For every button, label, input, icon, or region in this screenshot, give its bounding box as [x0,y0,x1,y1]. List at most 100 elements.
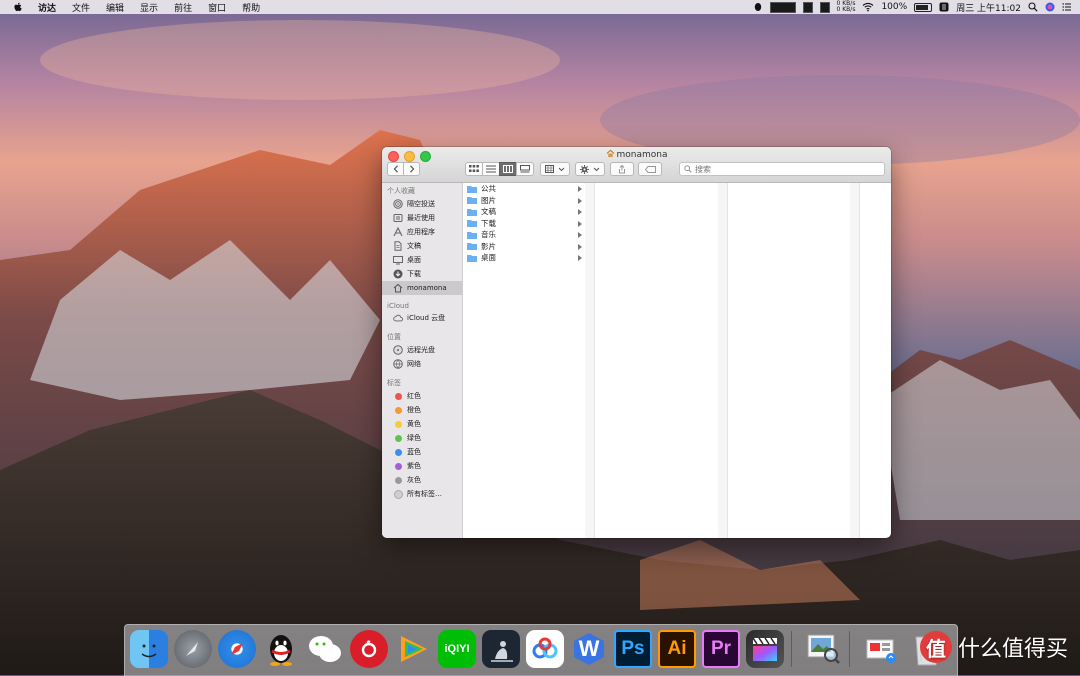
list-item[interactable]: 图片 [463,195,585,207]
search-field[interactable] [679,162,885,176]
sidebar-item-tag-red[interactable]: 红色 [382,389,462,403]
battery-percent[interactable]: 100% [881,2,907,12]
icon-view-button[interactable] [465,162,483,176]
sidebar-item-tag-purple[interactable]: 紫色 [382,459,462,473]
sidebar-item-icloud-drive[interactable]: iCloud 云盘 [382,311,462,325]
tag-dot-icon [393,475,403,485]
siri-icon[interactable] [1045,2,1055,12]
memory-monitor-icon[interactable] [802,1,813,13]
safari-icon[interactable] [218,630,256,668]
item-label: 图片 [481,195,496,205]
group-by-button[interactable] [540,162,570,176]
premiere-icon[interactable]: Pr [702,630,740,668]
final-cut-icon[interactable] [746,630,784,668]
network-icon [393,359,403,369]
disclosure-arrow-icon [578,255,582,261]
sidebar-item-tag-blue[interactable]: 蓝色 [382,445,462,459]
wechat-icon[interactable] [306,630,344,668]
menu-app-name[interactable]: 访达 [38,1,56,14]
input-source-icon[interactable] [939,2,949,12]
downloads-stack-icon[interactable] [862,630,900,668]
kindle-icon[interactable] [482,630,520,668]
action-button[interactable] [575,162,605,176]
netease-music-icon[interactable] [350,630,388,668]
menu-edit[interactable]: 编辑 [106,1,124,14]
cover-flow-icon [520,165,530,173]
list-item[interactable]: 下载 [463,218,585,230]
grid-icon [469,165,479,172]
window-title: monamona [382,149,891,160]
list-view-button[interactable] [482,162,500,176]
folder-icon [467,254,477,262]
tag-dot-icon [393,489,403,499]
menu-file[interactable]: 文件 [72,1,90,14]
sidebar-item-recents[interactable]: 最近使用 [382,211,462,225]
sidebar-item-documents[interactable]: 文稿 [382,239,462,253]
list-item[interactable]: 桌面 [463,252,585,264]
cpu-monitor-icon[interactable] [769,1,796,13]
tag-dot-icon [393,447,403,457]
menu-view[interactable]: 显示 [140,1,158,14]
column-resize-handle[interactable] [850,183,860,538]
battery-icon[interactable] [914,2,933,12]
menu-window[interactable]: 窗口 [208,1,226,14]
folder-icon [467,208,477,216]
sidebar-item-all-tags[interactable]: 所有标签… [382,487,462,501]
gallery-view-button[interactable] [516,162,534,176]
tags-button[interactable] [638,162,662,176]
sidebar-item-network[interactable]: 网络 [382,357,462,371]
sidebar-item-applications[interactable]: 应用程序 [382,225,462,239]
illustrator-icon[interactable]: Ai [658,630,696,668]
column-resize-handle[interactable] [585,183,595,538]
sidebar-item-home[interactable]: monamona [382,281,462,295]
share-button[interactable] [610,162,634,176]
menu-go[interactable]: 前往 [174,1,192,14]
wifi-icon[interactable] [862,2,874,12]
sidebar-item-label: 应用程序 [407,228,435,236]
sidebar-item-tag-orange[interactable]: 橙色 [382,403,462,417]
sidebar-item-label: 黄色 [407,420,421,428]
baidu-netdisk-icon[interactable] [526,630,564,668]
list-item[interactable]: 音乐 [463,229,585,241]
sidebar-item-airdrop[interactable]: 隔空投送 [382,197,462,211]
item-label: 下载 [481,218,496,228]
iqiyi-icon[interactable]: iQIYI [438,630,476,668]
launchpad-icon[interactable] [174,630,212,668]
qq-status-icon[interactable] [753,2,763,12]
finder-icon[interactable] [130,630,168,668]
list-item[interactable]: 公共 [463,183,585,195]
network-speed[interactable]: 0 KB/s 0 KB/s [837,1,856,13]
sidebar-item-remote-disc[interactable]: 远程光盘 [382,343,462,357]
sidebar-item-label: 网络 [407,360,421,368]
tencent-video-icon[interactable] [394,630,432,668]
sidebar-item-tag-gray[interactable]: 灰色 [382,473,462,487]
sidebar-item-desktop[interactable]: 桌面 [382,253,462,267]
sidebar-item-label: 下载 [407,270,421,278]
sidebar-item-label: 桌面 [407,256,421,264]
clock[interactable]: 周三 上午11:02 [956,1,1021,14]
sidebar-item-label: 灰色 [407,476,421,484]
sidebar-item-tag-yellow[interactable]: 黄色 [382,417,462,431]
column-3 [728,183,851,538]
forward-button[interactable] [403,162,420,176]
qq-icon[interactable] [262,630,300,668]
menu-help[interactable]: 帮助 [242,1,260,14]
column-view-button[interactable] [499,162,517,176]
notification-center-icon[interactable] [1062,2,1072,12]
preview-icon[interactable] [804,630,842,668]
search-input[interactable] [695,164,865,174]
tag-icon [644,165,656,173]
column-resize-handle[interactable] [718,183,728,538]
window-titlebar[interactable]: monamona [382,147,891,183]
list-item[interactable]: 影片 [463,241,585,253]
back-button[interactable] [387,162,404,176]
wps-icon[interactable]: W [570,630,608,668]
sidebar-item-downloads[interactable]: 下载 [382,267,462,281]
spotlight-search-icon[interactable] [1028,2,1038,12]
photoshop-icon[interactable]: Ps [614,630,652,668]
disclosure-arrow-icon [578,243,582,250]
apple-menu-icon[interactable] [12,1,24,13]
sidebar-item-tag-green[interactable]: 绿色 [382,431,462,445]
list-item[interactable]: 文稿 [463,206,585,218]
disk-monitor-icon[interactable] [819,1,830,13]
